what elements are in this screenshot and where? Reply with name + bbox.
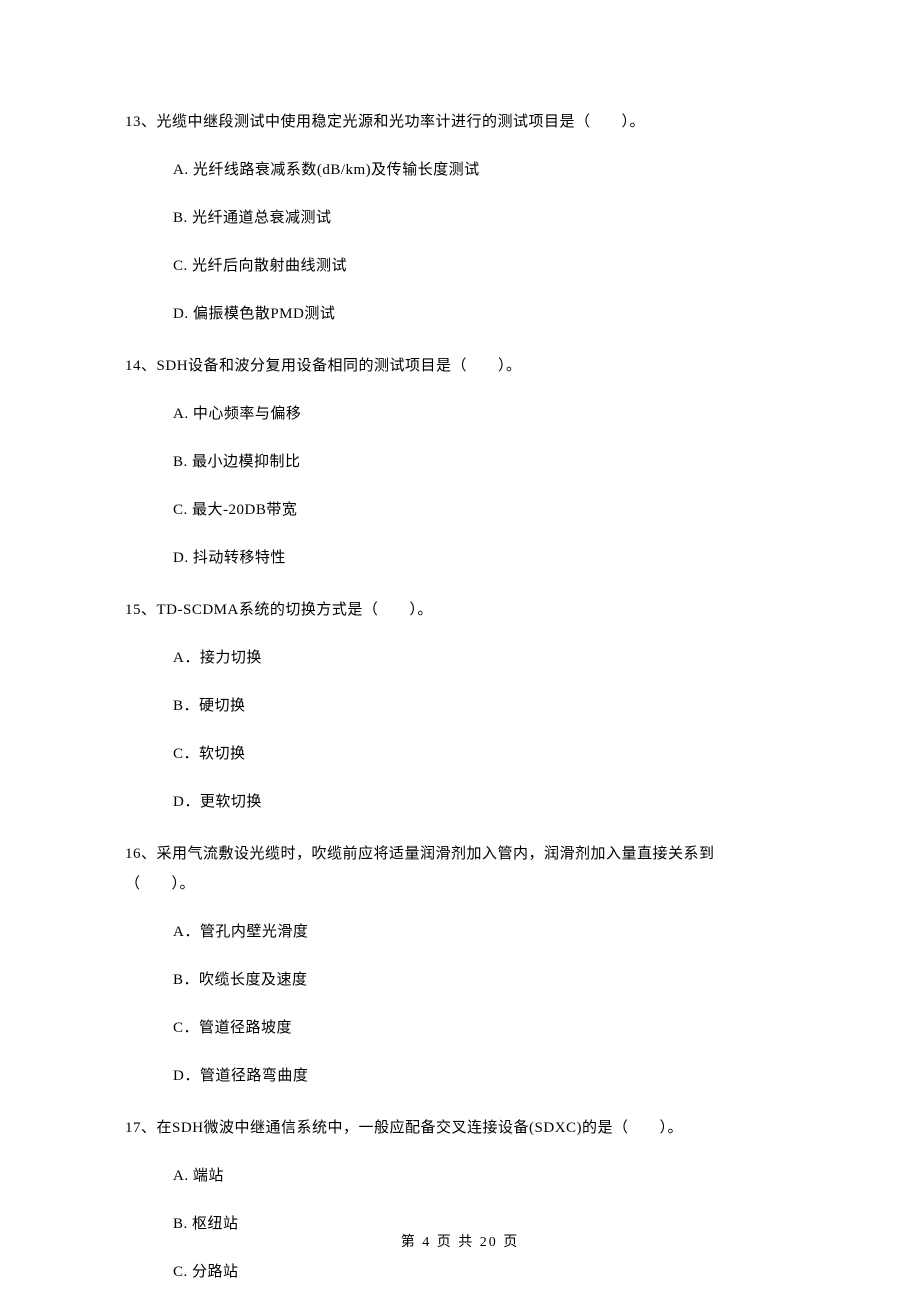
question-text: 13、光缆中继段测试中使用稳定光源和光功率计进行的测试项目是（ ）。 xyxy=(125,110,795,134)
option-a: A．接力切换 xyxy=(125,646,795,670)
question-number: 15、 xyxy=(125,602,157,618)
question-text-line2: （ ）。 xyxy=(125,872,795,896)
question-number: 17、 xyxy=(125,1120,157,1136)
option-b: B．吹缆长度及速度 xyxy=(125,968,795,992)
option-b: B. 最小边模抑制比 xyxy=(125,450,795,474)
question-body: SDH设备和波分复用设备相同的测试项目是（ ）。 xyxy=(157,358,522,374)
question-text: 15、TD-SCDMA系统的切换方式是（ ）。 xyxy=(125,598,795,622)
option-b: B. 光纤通道总衰减测试 xyxy=(125,206,795,230)
question-number: 13、 xyxy=(125,114,157,130)
option-d: D. 抖动转移特性 xyxy=(125,546,795,570)
option-a: A. 中心频率与偏移 xyxy=(125,402,795,426)
option-d: D．管道径路弯曲度 xyxy=(125,1064,795,1088)
option-d: D. 偏振模色散PMD测试 xyxy=(125,302,795,326)
question-text: 16、采用气流敷设光缆时，吹缆前应将适量润滑剂加入管内，润滑剂加入量直接关系到 xyxy=(125,842,795,866)
question-body: TD-SCDMA系统的切换方式是（ ）。 xyxy=(157,602,433,618)
page-footer: 第 4 页 共 20 页 xyxy=(0,1232,920,1254)
option-a: A. 端站 xyxy=(125,1164,795,1188)
question-number: 14、 xyxy=(125,358,157,374)
question-text: 14、SDH设备和波分复用设备相同的测试项目是（ ）。 xyxy=(125,354,795,378)
option-c: C. 光纤后向散射曲线测试 xyxy=(125,254,795,278)
option-c: C．软切换 xyxy=(125,742,795,766)
option-c: C. 最大-20DB带宽 xyxy=(125,498,795,522)
option-c: C．管道径路坡度 xyxy=(125,1016,795,1040)
question-14: 14、SDH设备和波分复用设备相同的测试项目是（ ）。 A. 中心频率与偏移 B… xyxy=(125,354,795,570)
question-number: 16、 xyxy=(125,846,157,862)
question-text: 17、在SDH微波中继通信系统中，一般应配备交叉连接设备(SDXC)的是（ ）。 xyxy=(125,1116,795,1140)
option-b: B．硬切换 xyxy=(125,694,795,718)
question-15: 15、TD-SCDMA系统的切换方式是（ ）。 A．接力切换 B．硬切换 C．软… xyxy=(125,598,795,814)
option-c: C. 分路站 xyxy=(125,1260,795,1284)
question-body-line1: 采用气流敷设光缆时，吹缆前应将适量润滑剂加入管内，润滑剂加入量直接关系到 xyxy=(157,846,715,862)
question-17: 17、在SDH微波中继通信系统中，一般应配备交叉连接设备(SDXC)的是（ ）。… xyxy=(125,1116,795,1284)
option-a: A．管孔内壁光滑度 xyxy=(125,920,795,944)
question-body: 在SDH微波中继通信系统中，一般应配备交叉连接设备(SDXC)的是（ ）。 xyxy=(157,1120,684,1136)
question-16: 16、采用气流敷设光缆时，吹缆前应将适量润滑剂加入管内，润滑剂加入量直接关系到 … xyxy=(125,842,795,1088)
option-d: D．更软切换 xyxy=(125,790,795,814)
question-body: 光缆中继段测试中使用稳定光源和光功率计进行的测试项目是（ ）。 xyxy=(157,114,646,130)
question-13: 13、光缆中继段测试中使用稳定光源和光功率计进行的测试项目是（ ）。 A. 光纤… xyxy=(125,110,795,326)
option-a: A. 光纤线路衰减系数(dB/km)及传输长度测试 xyxy=(125,158,795,182)
document-content: 13、光缆中继段测试中使用稳定光源和光功率计进行的测试项目是（ ）。 A. 光纤… xyxy=(0,0,920,1284)
